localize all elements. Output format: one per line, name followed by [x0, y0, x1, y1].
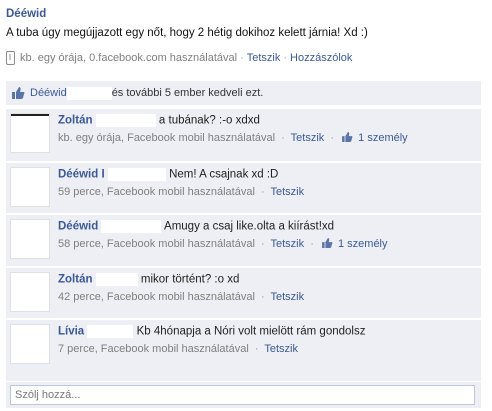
comment-item: Zoltán a tubának? :-o xdxd kb. egy órája…: [6, 108, 481, 161]
comment-text: Amugy a csaj like.olta a kiírást!xd: [164, 220, 335, 233]
post-text: A tuba úgy megújjazott egy nőt, hogy 2 h…: [6, 27, 368, 39]
comment-time: 7 perce, Facebook mobil használatával: [58, 343, 249, 355]
post-meta: kb. egy órája, 0.facebook.com használatá…: [6, 51, 352, 65]
comment-like-link[interactable]: Tetszik: [264, 343, 298, 355]
comment-time: 58 perce, Facebook mobil használatával: [58, 238, 255, 250]
avatar[interactable]: [10, 272, 50, 312]
comment-author[interactable]: Zoltán: [58, 274, 93, 286]
post-comment-link[interactable]: Hozzászólok: [290, 52, 352, 64]
comment-like-link[interactable]: Tetszik: [291, 132, 325, 144]
separator: ·: [310, 238, 314, 250]
redacted-name: [107, 168, 166, 181]
reply-input[interactable]: [10, 385, 475, 405]
separator: ·: [260, 238, 265, 250]
post-time: kb. egy órája, 0.facebook.com használatá…: [20, 52, 238, 64]
comment-item: Dééwid Amugy a csaj like.olta a kiírást!…: [6, 214, 481, 266]
comment-item: Lívia Kb 4hónapja a Nóri volt mielött rá…: [6, 319, 481, 381]
avatar[interactable]: [10, 167, 50, 207]
comment-text: Kb 4hónapja a Nóri volt mielött rám gond…: [136, 325, 366, 338]
thumbs-up-icon: [12, 87, 25, 99]
likes-name[interactable]: Dééwid: [30, 87, 67, 99]
redacted-name: [95, 114, 156, 127]
likes-text[interactable]: és további 5 ember kedveli ezt.: [112, 87, 264, 99]
separator: ·: [240, 52, 244, 64]
separator: ·: [281, 132, 285, 144]
comment-time: 42 perce, Facebook mobil használatával: [58, 291, 255, 303]
comment-like-link[interactable]: Tetszik: [271, 238, 305, 250]
post-author[interactable]: Dééwid: [6, 8, 46, 20]
avatar[interactable]: [10, 324, 50, 364]
avatar[interactable]: [10, 219, 50, 259]
comment-item: Dééwid I Nem! A csajnak xd :D 59 perce, …: [6, 162, 481, 213]
comment-like-count[interactable]: 1 személy: [338, 238, 388, 250]
separator: ·: [283, 52, 288, 64]
post-like-link[interactable]: Tetszik: [247, 52, 281, 64]
comment-author[interactable]: Lívia: [58, 326, 84, 338]
comment-like-count[interactable]: 1 személy: [358, 132, 408, 144]
reply-box: [6, 382, 481, 408]
comment-time: 59 perce, Facebook mobil használatával: [58, 186, 255, 198]
redacted-name: [101, 220, 162, 233]
comment-text: Nem! A csajnak xd :D: [169, 168, 279, 181]
avatar[interactable]: [10, 113, 50, 153]
redacted-name: [66, 86, 112, 100]
mobile-phone-icon: [6, 51, 15, 65]
comment-author[interactable]: Dééwid I: [58, 169, 105, 181]
comment-author[interactable]: Zoltán: [58, 115, 93, 127]
likes-summary: Dééwid és további 5 ember kedveli ezt.: [6, 81, 481, 105]
comment-text: mikor történt? :o xd: [140, 273, 240, 286]
separator: ·: [254, 343, 259, 355]
redacted-name: [95, 273, 138, 286]
thumbs-up-icon: [322, 238, 333, 248]
comment-text: a tubának? :-o xdxd: [158, 114, 260, 127]
separator: ·: [260, 186, 265, 198]
separator: ·: [330, 132, 335, 144]
thumbs-up-icon: [342, 132, 353, 142]
comment-like-link[interactable]: Tetszik: [271, 186, 305, 198]
comment-time: kb. egy órája, Facebook mobil használatá…: [58, 132, 276, 144]
separator: ·: [260, 291, 265, 303]
redacted-name: [87, 325, 134, 338]
comment-item: Zoltán mikor történt? :o xd 42 perce, Fa…: [6, 267, 481, 318]
comment-like-link[interactable]: Tetszik: [271, 291, 305, 303]
comment-author[interactable]: Dééwid: [58, 221, 98, 233]
